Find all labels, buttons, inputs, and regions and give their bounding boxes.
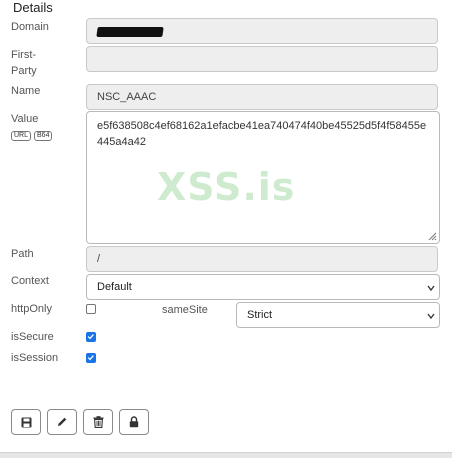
edit-icon (58, 417, 67, 426)
first-party-label: First- Party (11, 49, 37, 77)
chevron-down-icon (427, 285, 435, 292)
section-title: Details (13, 0, 53, 15)
b64-badge[interactable]: B64 (34, 130, 53, 141)
watermark: XSS.is (157, 165, 296, 209)
path-field[interactable]: / (86, 246, 438, 272)
save-icon (21, 417, 31, 427)
context-select[interactable]: Default (86, 274, 440, 300)
first-party-field[interactable] (86, 46, 438, 72)
samesite-selected: Strict (247, 309, 273, 321)
domain-redaction (96, 27, 164, 37)
httponly-label: httpOnly (11, 303, 52, 315)
name-field[interactable]: NSC_AAAC (86, 84, 438, 110)
context-label: Context (11, 275, 49, 287)
issession-checkbox[interactable] (86, 353, 96, 363)
domain-label: Domain (11, 21, 49, 33)
bottom-bar (0, 452, 452, 458)
context-selected: Default (97, 281, 132, 293)
delete-button[interactable] (83, 409, 113, 435)
check-icon (87, 355, 94, 361)
value-badges: URL B64 (11, 127, 55, 145)
url-badge[interactable]: URL (11, 130, 32, 141)
chevron-down-icon (427, 313, 435, 320)
edit-button[interactable] (47, 409, 77, 435)
lock-icon (129, 416, 139, 428)
save-button[interactable] (11, 409, 41, 435)
issecure-checkbox[interactable] (86, 332, 96, 342)
resize-grip-icon[interactable] (428, 232, 437, 241)
issession-label: isSession (11, 352, 59, 364)
samesite-select[interactable]: Strict (236, 302, 440, 328)
domain-field[interactable] (86, 18, 438, 44)
name-label: Name (11, 85, 41, 97)
httponly-checkbox[interactable] (86, 304, 96, 314)
value-text: e5f638508c4ef68162a1efacbe41ea740474f40b… (97, 120, 427, 148)
check-icon (87, 334, 94, 340)
samesite-label: sameSite (162, 304, 208, 316)
trash-icon (93, 416, 103, 428)
issecure-label: isSecure (11, 331, 54, 343)
path-label: Path (11, 248, 34, 260)
lock-button[interactable] (119, 409, 149, 435)
value-label: Value (11, 113, 39, 125)
